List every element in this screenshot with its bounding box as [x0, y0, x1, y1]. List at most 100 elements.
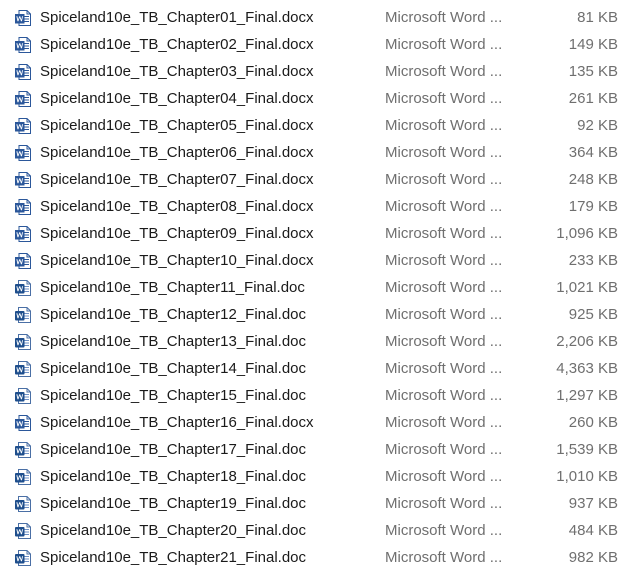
file-size: 92 KB — [577, 117, 618, 134]
file-type: Microsoft Word ... — [385, 387, 503, 404]
file-row[interactable]: Spiceland10e_TB_Chapter01_Final.docx Micr… — [0, 4, 637, 31]
file-name: Spiceland10e_TB_Chapter21_Final.doc — [40, 549, 307, 566]
file-size: 925 KB — [568, 306, 618, 323]
file-size: 248 KB — [568, 171, 618, 188]
file-size: 4,363 KB — [556, 360, 618, 377]
word-docx-icon — [14, 198, 32, 216]
file-name: Spiceland10e_TB_Chapter15_Final.doc — [40, 387, 307, 404]
file-name: Spiceland10e_TB_Chapter03_Final.docx — [40, 63, 314, 80]
word-doc-icon — [14, 495, 32, 513]
word-doc-icon — [14, 279, 32, 297]
file-size: 1,096 KB — [556, 225, 618, 242]
file-name: Spiceland10e_TB_Chapter19_Final.doc — [40, 495, 307, 512]
file-type: Microsoft Word ... — [385, 117, 503, 134]
file-row[interactable]: Spiceland10e_TB_Chapter13_Final.doc Micro… — [0, 328, 637, 355]
file-type: Microsoft Word ... — [385, 63, 503, 80]
file-size: 2,206 KB — [556, 333, 618, 350]
file-name: Spiceland10e_TB_Chapter17_Final.doc — [40, 441, 307, 458]
file-row[interactable]: Spiceland10e_TB_Chapter10_Final.docx Micr… — [0, 247, 637, 274]
word-doc-icon — [14, 360, 32, 378]
file-size: 81 KB — [577, 9, 618, 26]
file-row[interactable]: Spiceland10e_TB_Chapter15_Final.doc Micro… — [0, 382, 637, 409]
file-list: Spiceland10e_TB_Chapter01_Final.docx Micr… — [0, 0, 637, 571]
file-name: Spiceland10e_TB_Chapter11_Final.doc — [40, 279, 305, 296]
file-size: 484 KB — [568, 522, 618, 539]
file-row[interactable]: Spiceland10e_TB_Chapter08_Final.docx Micr… — [0, 193, 637, 220]
file-row[interactable]: Spiceland10e_TB_Chapter09_Final.docx Micr… — [0, 220, 637, 247]
file-row[interactable]: Spiceland10e_TB_Chapter06_Final.docx Micr… — [0, 139, 637, 166]
file-type: Microsoft Word ... — [385, 522, 503, 539]
word-doc-icon — [14, 468, 32, 486]
file-size: 1,021 KB — [556, 279, 618, 296]
file-type: Microsoft Word ... — [385, 144, 503, 161]
file-name: Spiceland10e_TB_Chapter08_Final.docx — [40, 198, 314, 215]
word-doc-icon — [14, 333, 32, 351]
word-docx-icon — [14, 90, 32, 108]
file-size: 149 KB — [568, 36, 618, 53]
file-type: Microsoft Word ... — [385, 414, 503, 431]
file-row[interactable]: Spiceland10e_TB_Chapter18_Final.doc Micro… — [0, 463, 637, 490]
file-row[interactable]: Spiceland10e_TB_Chapter21_Final.doc Micro… — [0, 544, 637, 571]
word-doc-icon — [14, 549, 32, 567]
file-name: Spiceland10e_TB_Chapter12_Final.doc — [40, 306, 307, 323]
file-type: Microsoft Word ... — [385, 252, 503, 269]
file-name: Spiceland10e_TB_Chapter13_Final.doc — [40, 333, 307, 350]
file-name: Spiceland10e_TB_Chapter02_Final.docx — [40, 36, 314, 53]
file-row[interactable]: Spiceland10e_TB_Chapter02_Final.docx Micr… — [0, 31, 637, 58]
file-row[interactable]: Spiceland10e_TB_Chapter17_Final.doc Micro… — [0, 436, 637, 463]
file-size: 982 KB — [568, 549, 618, 566]
file-type: Microsoft Word ... — [385, 468, 503, 485]
file-type: Microsoft Word ... — [385, 360, 503, 377]
file-size: 1,539 KB — [556, 441, 618, 458]
file-name: Spiceland10e_TB_Chapter01_Final.docx — [40, 9, 314, 26]
file-row[interactable]: Spiceland10e_TB_Chapter03_Final.docx Micr… — [0, 58, 637, 85]
word-docx-icon — [14, 9, 32, 27]
file-name: Spiceland10e_TB_Chapter04_Final.docx — [40, 90, 314, 107]
file-name: Spiceland10e_TB_Chapter07_Final.docx — [40, 171, 314, 188]
word-docx-icon — [14, 144, 32, 162]
file-type: Microsoft Word ... — [385, 171, 503, 188]
file-size: 260 KB — [568, 414, 618, 431]
file-size: 1,297 KB — [556, 387, 618, 404]
file-name: Spiceland10e_TB_Chapter05_Final.docx — [40, 117, 314, 134]
file-row[interactable]: Spiceland10e_TB_Chapter16_Final.docx Micr… — [0, 409, 637, 436]
file-name: Spiceland10e_TB_Chapter06_Final.docx — [40, 144, 314, 161]
file-row[interactable]: Spiceland10e_TB_Chapter05_Final.docx Micr… — [0, 112, 637, 139]
file-type: Microsoft Word ... — [385, 225, 503, 242]
file-type: Microsoft Word ... — [385, 9, 503, 26]
file-size: 179 KB — [568, 198, 618, 215]
file-name: Spiceland10e_TB_Chapter20_Final.doc — [40, 522, 307, 539]
word-docx-icon — [14, 171, 32, 189]
word-docx-icon — [14, 117, 32, 135]
file-name: Spiceland10e_TB_Chapter14_Final.doc — [40, 360, 307, 377]
file-size: 364 KB — [568, 144, 618, 161]
file-size: 261 KB — [568, 90, 618, 107]
word-docx-icon — [14, 36, 32, 54]
word-docx-icon — [14, 252, 32, 270]
file-row[interactable]: Spiceland10e_TB_Chapter19_Final.doc Micro… — [0, 490, 637, 517]
file-row[interactable]: Spiceland10e_TB_Chapter14_Final.doc Micro… — [0, 355, 637, 382]
file-size: 233 KB — [568, 252, 618, 269]
file-type: Microsoft Word ... — [385, 441, 503, 458]
file-size: 1,010 KB — [556, 468, 618, 485]
file-name: Spiceland10e_TB_Chapter18_Final.doc — [40, 468, 307, 485]
word-doc-icon — [14, 522, 32, 540]
file-type: Microsoft Word ... — [385, 306, 503, 323]
file-name: Spiceland10e_TB_Chapter09_Final.docx — [40, 225, 314, 242]
file-size: 135 KB — [568, 63, 618, 80]
word-docx-icon — [14, 63, 32, 81]
file-type: Microsoft Word ... — [385, 549, 503, 566]
file-name: Spiceland10e_TB_Chapter16_Final.docx — [40, 414, 314, 431]
file-row[interactable]: Spiceland10e_TB_Chapter07_Final.docx Micr… — [0, 166, 637, 193]
file-row[interactable]: Spiceland10e_TB_Chapter20_Final.doc Micro… — [0, 517, 637, 544]
file-name: Spiceland10e_TB_Chapter10_Final.docx — [40, 252, 314, 269]
word-doc-icon — [14, 306, 32, 324]
file-row[interactable]: Spiceland10e_TB_Chapter04_Final.docx Micr… — [0, 85, 637, 112]
file-type: Microsoft Word ... — [385, 279, 503, 296]
file-row[interactable]: Spiceland10e_TB_Chapter11_Final.doc Micro… — [0, 274, 637, 301]
word-docx-icon — [14, 414, 32, 432]
word-doc-icon — [14, 441, 32, 459]
file-row[interactable]: Spiceland10e_TB_Chapter12_Final.doc Micro… — [0, 301, 637, 328]
file-type: Microsoft Word ... — [385, 36, 503, 53]
file-type: Microsoft Word ... — [385, 333, 503, 350]
